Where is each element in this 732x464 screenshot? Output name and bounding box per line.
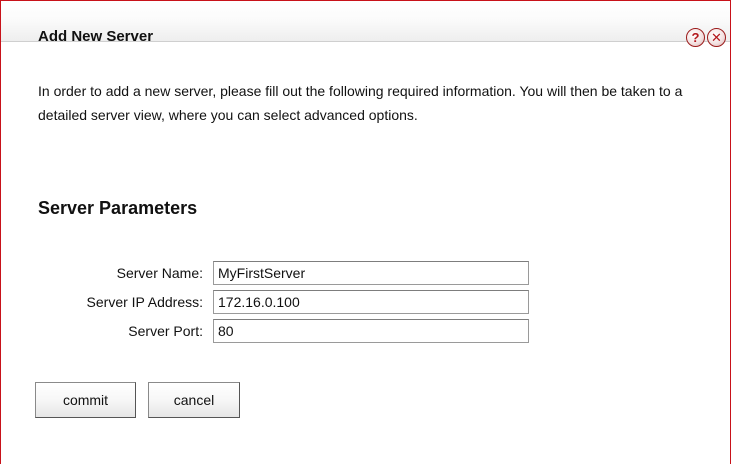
server-ip-label: Server IP Address: [86,294,203,310]
server-port-input[interactable] [213,319,529,343]
cancel-button[interactable]: cancel [148,382,240,418]
server-name-label: Server Name: [116,265,203,281]
dialog-title: Add New Server [38,28,154,45]
titlebar-icons: ? ✕ [686,28,726,47]
server-port-label: Server Port: [128,323,203,339]
close-icon[interactable]: ✕ [707,28,726,47]
help-icon[interactable]: ? [686,28,705,47]
add-server-dialog: Add New Server ? ✕ In order to add a new… [0,0,731,464]
commit-button[interactable]: commit [35,382,136,418]
intro-text: In order to add a new server, please fil… [38,83,683,123]
section-title: Server Parameters [38,198,198,218]
dialog-titlebar: Add New Server ? ✕ [1,1,730,47]
server-ip-input[interactable] [213,290,529,314]
server-name-input[interactable] [213,261,529,285]
